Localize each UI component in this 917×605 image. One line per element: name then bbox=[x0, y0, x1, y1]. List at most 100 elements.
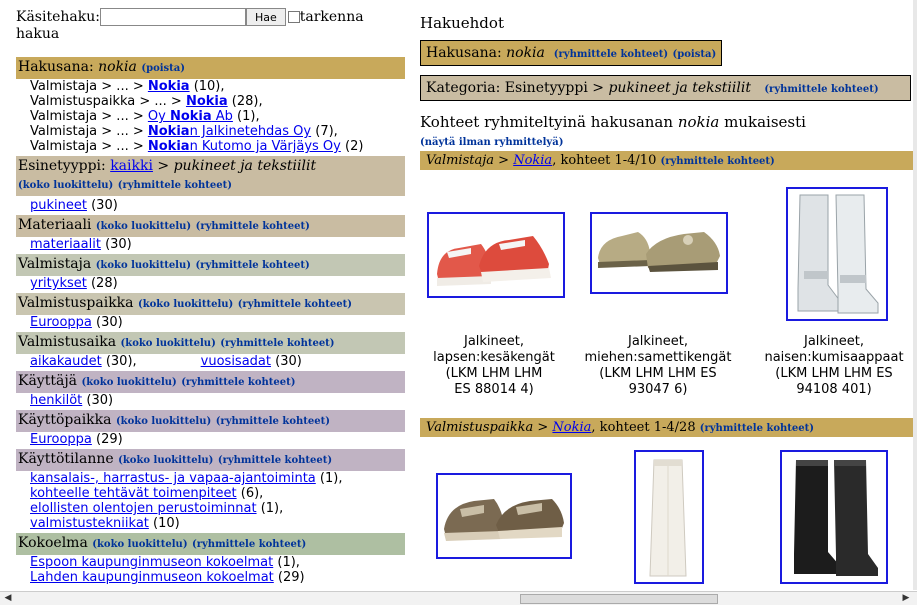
keyword-group-link[interactable]: (ryhmittele kohteet) bbox=[554, 49, 668, 60]
facet-header-kayttotilanne: Käyttötilanne (koko luokittelu) (ryhmitt… bbox=[16, 449, 405, 471]
search-input[interactable] bbox=[99, 8, 246, 26]
facet-group-link[interactable]: (ryhmittele kohteet) bbox=[195, 260, 309, 271]
keyword-item: Valmistaja > ... > Oy Nokia Ab (1), bbox=[30, 109, 260, 124]
facet-group-link[interactable]: (ryhmittele kohteet) bbox=[218, 455, 332, 466]
facet-items-valmistuspaikka: Eurooppa (30) bbox=[16, 315, 405, 330]
facet-item: kansalais-, harrastus- ja vapaa-ajantoim… bbox=[30, 471, 343, 486]
facet-item-link[interactable]: Espoon kaupunginmuseon kokoelmat bbox=[30, 555, 273, 570]
object-type-items: pukineet (30) bbox=[30, 198, 118, 213]
facet-header-valmistusaika: Valmistusaika (koko luokittelu) (ryhmitt… bbox=[16, 332, 405, 354]
item-caption-3: Jalkineet, naisen:kumisaappaat (LKM LHM … bbox=[764, 334, 904, 397]
facet-item-link[interactable]: elollisten olentojen perustoiminnat bbox=[30, 501, 257, 516]
keyword-items: Valmistaja > ... > Nokia (10), Valmistusp… bbox=[16, 79, 405, 154]
scroll-left-arrow-icon[interactable]: ◀ bbox=[2, 592, 14, 605]
facet-item-link[interactable]: kohteelle tehtävät toimenpiteet bbox=[30, 486, 237, 501]
facet-full-link[interactable]: (koko luokittelu) bbox=[121, 338, 216, 349]
facet-group-link[interactable]: (ryhmittele kohteet) bbox=[181, 377, 295, 388]
refine-checkbox[interactable] bbox=[287, 11, 300, 23]
facet-item-link[interactable]: yritykset bbox=[30, 276, 87, 291]
facet-group-link[interactable]: (ryhmittele kohteet) bbox=[192, 539, 306, 550]
product-image-worn-sneakers[interactable] bbox=[436, 473, 572, 559]
facet-item-link[interactable]: vuosisadat bbox=[201, 354, 271, 369]
results-title: Kohteet ryhmiteltyinä hakusanan nokia mu… bbox=[420, 113, 806, 131]
keyword-item: Valmistuspaikka > ... > Nokia (28), bbox=[30, 94, 263, 109]
facet-full-link[interactable]: (koko luokittelu) bbox=[118, 455, 213, 466]
keyword-item-link[interactable]: Nokian Kutomo ja Värjäys Oy bbox=[148, 139, 341, 154]
object-type-header: Esinetyyppi: kaikki > pukineet ja teksti… bbox=[16, 156, 405, 196]
keyword-item-link[interactable]: Oy Nokia Ab bbox=[148, 109, 233, 124]
facet-item-link[interactable]: Lahden kaupunginmuseon kokoelmat bbox=[30, 570, 274, 585]
facet-item-link[interactable]: materiaalit bbox=[30, 237, 101, 252]
facet-list: Materiaali (koko luokittelu) (ryhmittele… bbox=[16, 215, 405, 585]
facet-header-valmistuspaikka: Valmistuspaikka (koko luokittelu) (ryhmi… bbox=[16, 293, 405, 315]
group2-nokia-link[interactable]: Nokia bbox=[552, 420, 591, 435]
show-ungrouped-link[interactable]: (näytä ilman ryhmittelyä) bbox=[420, 137, 563, 148]
product-image-white-skirt[interactable] bbox=[634, 450, 704, 584]
facet-full-link[interactable]: (koko luokittelu) bbox=[92, 539, 187, 550]
facet-item-link[interactable]: aikakaudet bbox=[30, 354, 102, 369]
facet-item: valmistustekniikat (10) bbox=[30, 516, 180, 531]
remove-keyword-link[interactable]: (poista) bbox=[141, 63, 185, 74]
object-type-item-link[interactable]: pukineet bbox=[30, 198, 87, 213]
facet-full-link[interactable]: (koko luokittelu) bbox=[81, 377, 176, 388]
search-form: Käsitehaku: Hae tarkenna hakua bbox=[16, 8, 405, 43]
facet-items-kayttopaikka: Eurooppa (29) bbox=[16, 432, 405, 447]
item-caption-2: Jalkineet, miehen:samettikengät (LKM LHM… bbox=[584, 334, 732, 397]
facet-item: Eurooppa (29) bbox=[30, 432, 123, 447]
facet-full-link[interactable]: (koko luokittelu) bbox=[138, 299, 233, 310]
search-label: Käsitehaku: bbox=[16, 9, 100, 25]
facet-item: henkilöt (30) bbox=[30, 393, 114, 408]
vertical-scrollbar[interactable] bbox=[913, 0, 917, 590]
keyword-header: Hakusana: nokia (poista) bbox=[16, 57, 405, 79]
facet-item-link[interactable]: Eurooppa bbox=[30, 432, 92, 447]
facet-item: Eurooppa (30) bbox=[30, 315, 123, 330]
product-image-black-boots[interactable] bbox=[780, 450, 888, 584]
facet-items-kayttotilanne: kansalais-, harrastus- ja vapaa-ajantoim… bbox=[16, 471, 405, 531]
facet-header-kayttopaikka: Käyttöpaikka (koko luokittelu) (ryhmitte… bbox=[16, 410, 405, 432]
keyword-item-link[interactable]: Nokia bbox=[186, 94, 228, 109]
category-group-link[interactable]: (ryhmittele kohteet) bbox=[764, 84, 878, 95]
product-image-straw-shoes[interactable] bbox=[590, 212, 728, 294]
facet-header-materiaali: Materiaali (koko luokittelu) (ryhmittele… bbox=[16, 215, 405, 237]
facet-group-link[interactable]: (ryhmittele kohteet) bbox=[216, 416, 330, 427]
facet-items-materiaali: materiaalit (30) bbox=[16, 237, 405, 252]
group1-group-link[interactable]: (ryhmittele kohteet) bbox=[661, 156, 775, 167]
object-type-full-link[interactable]: (koko luokittelu) bbox=[18, 180, 113, 191]
facet-full-link[interactable]: (koko luokittelu) bbox=[96, 260, 191, 271]
results-heading: Hakuehdot bbox=[420, 14, 504, 32]
keyword-item-link[interactable]: Nokian Jalkinetehdas Oy bbox=[148, 124, 311, 139]
facet-item-link[interactable]: henkilöt bbox=[30, 393, 82, 408]
object-type-all-link[interactable]: kaikki bbox=[110, 158, 153, 174]
facet-item: materiaalit (30) bbox=[30, 237, 132, 252]
object-type-group-link[interactable]: (ryhmittele kohteet) bbox=[118, 180, 232, 191]
facet-item-link[interactable]: Eurooppa bbox=[30, 315, 92, 330]
facet-item: Lahden kaupunginmuseon kokoelmat (29) bbox=[30, 570, 305, 585]
facet-full-link[interactable]: (koko luokittelu) bbox=[116, 416, 211, 427]
scroll-right-arrow-icon[interactable]: ▶ bbox=[900, 592, 912, 605]
horizontal-scrollbar[interactable]: ◀ ▶ bbox=[0, 591, 917, 605]
facet-full-link[interactable]: (koko luokittelu) bbox=[96, 221, 191, 232]
facet-item: kohteelle tehtävät toimenpiteet (6), bbox=[30, 486, 264, 501]
keyword-item: Valmistaja > ... > Nokian Kutomo ja Värj… bbox=[30, 139, 364, 154]
keyword-item-link[interactable]: Nokia bbox=[148, 79, 190, 94]
facet-items-kayttaja: henkilöt (30) bbox=[16, 393, 405, 408]
group2-group-link[interactable]: (ryhmittele kohteet) bbox=[700, 423, 814, 434]
group1-nokia-link[interactable]: Nokia bbox=[513, 153, 552, 168]
facet-items-valmistaja: yritykset (28) bbox=[16, 276, 405, 291]
group-bar-valmistaja: Valmistaja > Nokia, kohteet 1-4/10 (ryhm… bbox=[420, 151, 914, 170]
facet-item-link[interactable]: kansalais-, harrastus- ja vapaa-ajantoim… bbox=[30, 471, 316, 486]
keyword-remove-link[interactable]: (poista) bbox=[673, 49, 717, 60]
facet-item: Espoon kaupunginmuseon kokoelmat (1), bbox=[30, 555, 300, 570]
product-image-white-boots[interactable] bbox=[786, 187, 888, 321]
facet-group-link[interactable]: (ryhmittele kohteet) bbox=[238, 299, 352, 310]
product-image-red-shoes[interactable] bbox=[427, 212, 565, 298]
search-button[interactable]: Hae bbox=[245, 8, 286, 26]
scroll-thumb[interactable] bbox=[520, 594, 718, 604]
keyword-box: Hakusana: nokia (ryhmittele kohteet) (po… bbox=[420, 40, 723, 66]
facet-item-link[interactable]: valmistustekniikat bbox=[30, 516, 149, 531]
keyword-item: Valmistaja > ... > Nokian Jalkinetehdas … bbox=[30, 124, 338, 139]
facet-group-link[interactable]: (ryhmittele kohteet) bbox=[196, 221, 310, 232]
facet-panel: Käsitehaku: Hae tarkenna hakua Hakusana: n… bbox=[16, 8, 405, 585]
facet-group-link[interactable]: (ryhmittele kohteet) bbox=[220, 338, 334, 349]
facet-header-kayttaja: Käyttäjä (koko luokittelu) (ryhmittele k… bbox=[16, 371, 405, 393]
